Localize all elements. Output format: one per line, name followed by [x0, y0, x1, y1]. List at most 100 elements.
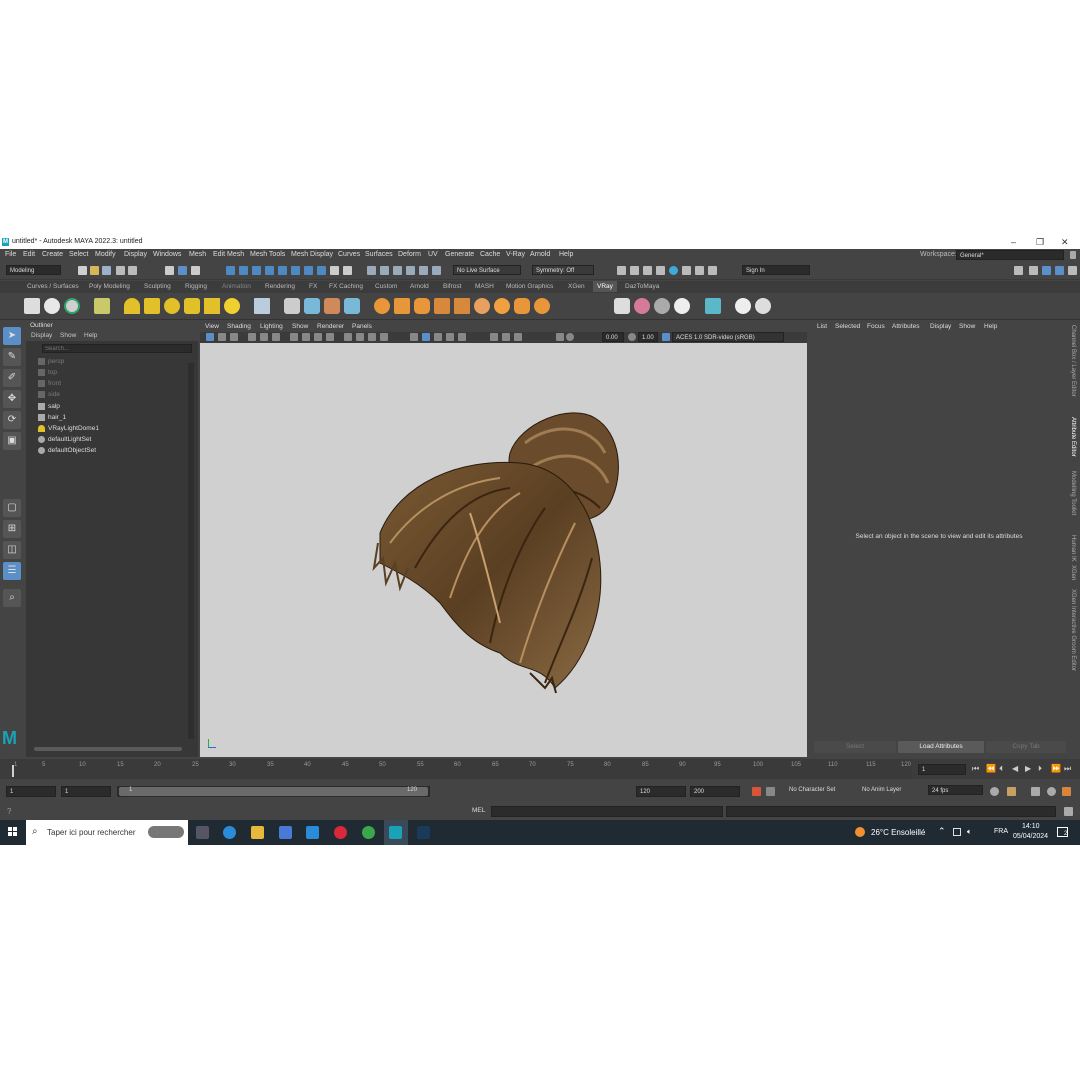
attr-copy-tab-button[interactable]: Copy Tab — [986, 741, 1066, 753]
smooth-shade-icon[interactable] — [356, 333, 364, 341]
edge-icon[interactable] — [223, 826, 236, 839]
menu-cache[interactable]: Cache — [480, 251, 500, 258]
tab-attribute-editor[interactable]: Attribute Editor — [1070, 417, 1076, 457]
viewport-menu-renderer[interactable]: Renderer — [317, 323, 344, 330]
toggle-attribute-editor-icon[interactable] — [1042, 266, 1051, 275]
tab-human-ik[interactable]: Human IK — [1070, 535, 1076, 562]
snap-view-icon[interactable] — [265, 266, 274, 275]
snapshot-icon[interactable] — [656, 266, 665, 275]
menu-display[interactable]: Display — [124, 251, 147, 258]
menu-mesh-display[interactable]: Mesh Display — [291, 251, 333, 258]
lock-icon[interactable] — [1070, 251, 1076, 259]
resolution-gate-icon[interactable] — [314, 333, 322, 341]
vray-export-icon[interactable] — [705, 298, 721, 314]
vray-dome-light-icon[interactable] — [164, 298, 180, 314]
new-scene-icon[interactable] — [78, 266, 87, 275]
input-ops-icon[interactable] — [343, 266, 352, 275]
vray-rect-light-icon[interactable] — [144, 298, 160, 314]
outliner-menu-display[interactable]: Display — [31, 332, 52, 339]
vray-ipr-icon[interactable] — [44, 298, 60, 314]
vray-ies-light-icon[interactable] — [204, 298, 220, 314]
shelf-tab-animation[interactable]: Animation — [222, 283, 251, 290]
minimize-button[interactable]: – — [1011, 237, 1016, 247]
outliner-item-side[interactable]: side — [38, 391, 60, 398]
vray-mesh-light-icon[interactable] — [184, 298, 200, 314]
play-backwards-button[interactable]: ◀ — [1012, 764, 1018, 773]
character-set-dropdown[interactable]: No Character Set — [789, 787, 835, 793]
store-icon[interactable] — [279, 826, 292, 839]
shelf-tab-motion-graphics[interactable]: Motion Graphics — [506, 283, 553, 290]
all-lights-icon[interactable] — [410, 333, 418, 341]
clock-time[interactable]: 14:10 — [1022, 823, 1040, 830]
chevron-up-icon[interactable]: ⌃ — [938, 826, 946, 837]
step-back-frame-button[interactable]: ⏴ — [999, 764, 1003, 774]
save-scene-icon[interactable] — [102, 266, 111, 275]
menu-vray[interactable]: V-Ray — [506, 251, 525, 258]
close-button[interactable]: ✕ — [1061, 237, 1069, 248]
wireframe-icon[interactable] — [344, 333, 352, 341]
menu-edit-mesh[interactable]: Edit Mesh — [213, 251, 244, 258]
network-icon[interactable] — [953, 828, 961, 836]
select-component-icon[interactable] — [191, 266, 200, 275]
snap-vertex-icon[interactable] — [304, 266, 313, 275]
vray-grid-icon[interactable] — [454, 298, 470, 314]
attr-menu-display[interactable]: Display — [930, 323, 951, 330]
outliner-menu-help[interactable]: Help — [84, 332, 97, 339]
outliner-item-top[interactable]: top — [38, 369, 57, 376]
shadows-icon[interactable] — [422, 333, 430, 341]
vray-dirt-icon[interactable] — [474, 298, 490, 314]
workspace-modeling-icon[interactable] — [1014, 266, 1023, 275]
lasso-tool-icon[interactable]: ✎ — [3, 348, 21, 366]
shelf-tab-rigging[interactable]: Rigging — [185, 283, 207, 290]
step-forward-frame-button[interactable]: ⏵ — [1038, 764, 1042, 774]
camera-attributes-icon[interactable] — [218, 333, 226, 341]
tab-xgen[interactable]: XGen — [1070, 565, 1076, 580]
search-icon[interactable]: ⌕ — [3, 589, 21, 607]
shelf-tab-curves-surfaces[interactable]: Curves / Surfaces — [27, 283, 79, 290]
tab-channel-box[interactable]: Channel Box / Layer Editor — [1070, 325, 1076, 397]
viewport-menu-show[interactable]: Show — [292, 323, 308, 330]
sound-icon[interactable] — [1031, 787, 1040, 796]
menu-arnold[interactable]: Arnold — [530, 251, 550, 258]
viewport-3d[interactable] — [200, 343, 807, 757]
shelf-tab-rendering[interactable]: Rendering — [265, 283, 295, 290]
outliner-layout-icon[interactable]: ☰ — [3, 562, 21, 580]
film-gate-icon[interactable] — [302, 333, 310, 341]
menu-file[interactable]: File — [5, 251, 16, 258]
scale-tool-icon[interactable]: ▣ — [3, 432, 21, 450]
opera-icon[interactable] — [334, 826, 347, 839]
shelf-tab-mash[interactable]: MASH — [475, 283, 494, 290]
menu-deform[interactable]: Deform — [398, 251, 421, 258]
vray-toon-icon[interactable] — [434, 298, 450, 314]
viewport-menu-shading[interactable]: Shading — [227, 323, 251, 330]
shelf-tab-fx-caching[interactable]: FX Caching — [329, 283, 363, 290]
help-icon[interactable]: ? — [7, 807, 11, 816]
shelf-tab-bifrost[interactable]: Bifrost — [443, 283, 461, 290]
outliner-item-salp[interactable]: salp — [38, 403, 60, 410]
vray-scene-icon[interactable] — [324, 298, 340, 314]
scene-end-field[interactable]: 200 — [690, 786, 740, 797]
range-slider-bar[interactable] — [119, 787, 428, 796]
volume-icon[interactable]: 🔈︎ — [967, 827, 972, 837]
menu-surfaces[interactable]: Surfaces — [365, 251, 393, 258]
windows-start-icon[interactable] — [8, 827, 18, 837]
render-sequence-icon[interactable] — [682, 266, 691, 275]
render-view-icon[interactable] — [419, 266, 428, 275]
rotate-tool-icon[interactable]: ⟳ — [3, 411, 21, 429]
toggle-channel-box-icon[interactable] — [1055, 266, 1064, 275]
taskbar-search-box[interactable]: ⌕ Taper ici pour rechercher — [26, 820, 188, 845]
ambient-occlusion-icon[interactable] — [434, 333, 442, 341]
outliner-search-input[interactable] — [42, 344, 192, 353]
wireframe-on-shaded-icon[interactable] — [368, 333, 376, 341]
script-editor-icon[interactable] — [1064, 807, 1073, 816]
grease-pencil-icon[interactable] — [272, 333, 280, 341]
menu-generate[interactable]: Generate — [445, 251, 474, 258]
shelf-tab-daztomaya[interactable]: DazToMaya — [625, 283, 659, 290]
playback-end-field[interactable]: 120 — [636, 786, 686, 797]
menu-create[interactable]: Create — [42, 251, 63, 258]
preferences-icon[interactable] — [1062, 787, 1071, 796]
toggle-tool-settings-icon[interactable] — [1068, 266, 1077, 275]
xray-joints-icon[interactable] — [514, 333, 522, 341]
menu-set-dropdown[interactable]: Modeling — [6, 265, 61, 275]
isolate-select-icon[interactable] — [490, 333, 498, 341]
